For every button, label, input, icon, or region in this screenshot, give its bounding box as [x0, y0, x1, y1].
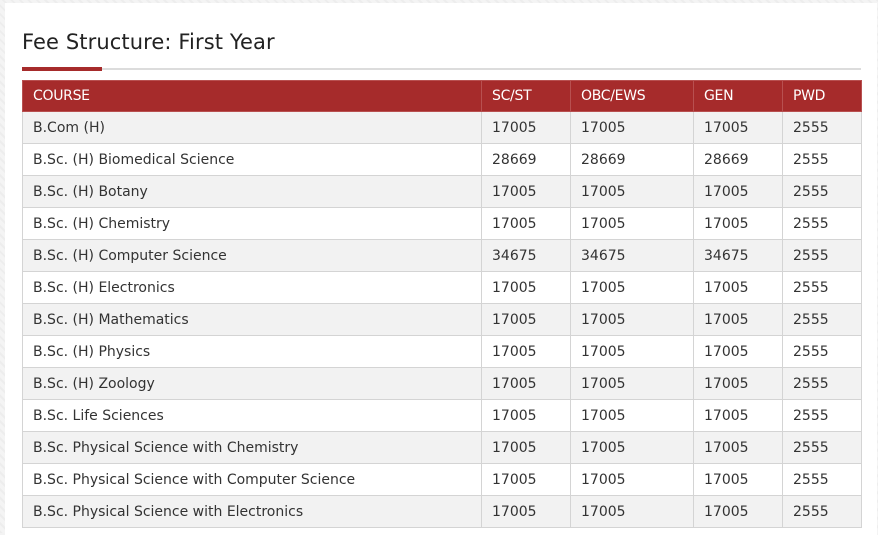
title-underline	[22, 67, 861, 71]
sc-st-fee-cell: 17005	[481, 207, 571, 240]
obc-ews-fee-cell: 34675	[570, 239, 694, 272]
column-header-sc-st: SC/ST	[481, 80, 571, 112]
column-header-gen: GEN	[693, 80, 783, 112]
table-row: B.Sc. Physical Science with Chemistry 170…	[22, 431, 862, 464]
sc-st-fee-cell: 17005	[481, 303, 571, 336]
page-background: Fee Structure: First Year COURSE SC/ST O…	[0, 0, 878, 535]
table-row: B.Sc. Physical Science with Computer Sci…	[22, 463, 862, 496]
gen-fee-cell: 17005	[693, 111, 783, 144]
pwd-fee-cell: 2555	[782, 239, 862, 272]
pwd-fee-cell: 2555	[782, 303, 862, 336]
pwd-fee-cell: 2555	[782, 271, 862, 304]
course-cell: B.Sc. Physical Science with Chemistry	[22, 431, 482, 464]
obc-ews-fee-cell: 17005	[570, 367, 694, 400]
course-cell: B.Sc. (H) Chemistry	[22, 207, 482, 240]
table-row: B.Sc. (H) Computer Science 34675 34675 3467…	[22, 239, 862, 272]
pwd-fee-cell: 2555	[782, 335, 862, 368]
course-cell: B.Sc. Physical Science with Electronics	[22, 495, 482, 528]
table-row: B.Sc. Life Sciences 17005 17005 17005 2555	[22, 399, 862, 432]
course-cell: B.Sc. Life Sciences	[22, 399, 482, 432]
fee-structure-table: COURSE SC/ST OBC/EWS GEN PWD B.Com (H) 17…	[22, 80, 862, 528]
column-header-course: COURSE	[22, 80, 482, 112]
gen-fee-cell: 17005	[693, 175, 783, 208]
course-cell: B.Sc. (H) Physics	[22, 335, 482, 368]
pwd-fee-cell: 2555	[782, 367, 862, 400]
gen-fee-cell: 17005	[693, 367, 783, 400]
obc-ews-fee-cell: 17005	[570, 175, 694, 208]
sc-st-fee-cell: 17005	[481, 335, 571, 368]
title-accent-bar	[22, 67, 102, 71]
table-row: B.Com (H) 17005 17005 17005 2555	[22, 111, 862, 144]
course-cell: B.Sc. (H) Zoology	[22, 367, 482, 400]
pwd-fee-cell: 2555	[782, 111, 862, 144]
page-title: Fee Structure: First Year	[22, 30, 275, 54]
obc-ews-fee-cell: 17005	[570, 111, 694, 144]
obc-ews-fee-cell: 17005	[570, 431, 694, 464]
pwd-fee-cell: 2555	[782, 495, 862, 528]
course-cell: B.Sc. (H) Biomedical Science	[22, 143, 482, 176]
pwd-fee-cell: 2555	[782, 143, 862, 176]
obc-ews-fee-cell: 17005	[570, 399, 694, 432]
obc-ews-fee-cell: 17005	[570, 207, 694, 240]
sc-st-fee-cell: 17005	[481, 399, 571, 432]
course-cell: B.Sc. (H) Botany	[22, 175, 482, 208]
table-row: B.Sc. (H) Physics 17005 17005 17005 2555	[22, 335, 862, 368]
obc-ews-fee-cell: 17005	[570, 463, 694, 496]
table-row: B.Sc. (H) Chemistry 17005 17005 17005 2555	[22, 207, 862, 240]
table-row: B.Sc. (H) Zoology 17005 17005 17005 2555	[22, 367, 862, 400]
column-header-pwd: PWD	[782, 80, 862, 112]
table-body: B.Com (H) 17005 17005 17005 2555 B.Sc. (H) Bi…	[22, 111, 862, 528]
pwd-fee-cell: 2555	[782, 207, 862, 240]
obc-ews-fee-cell: 28669	[570, 143, 694, 176]
sc-st-fee-cell: 28669	[481, 143, 571, 176]
pwd-fee-cell: 2555	[782, 463, 862, 496]
gen-fee-cell: 17005	[693, 463, 783, 496]
gen-fee-cell: 17005	[693, 271, 783, 304]
gen-fee-cell: 28669	[693, 143, 783, 176]
table-header-row: COURSE SC/ST OBC/EWS GEN PWD	[22, 80, 862, 112]
sc-st-fee-cell: 17005	[481, 495, 571, 528]
course-cell: B.Sc. (H) Mathematics	[22, 303, 482, 336]
table-row: B.Sc. (H) Mathematics 17005 17005 17005 2555	[22, 303, 862, 336]
table-row: B.Sc. (H) Botany 17005 17005 17005 2555	[22, 175, 862, 208]
sc-st-fee-cell: 17005	[481, 175, 571, 208]
course-cell: B.Sc. (H) Computer Science	[22, 239, 482, 272]
pwd-fee-cell: 2555	[782, 431, 862, 464]
pwd-fee-cell: 2555	[782, 175, 862, 208]
course-cell: B.Sc. Physical Science with Computer Sci…	[22, 463, 482, 496]
gen-fee-cell: 17005	[693, 335, 783, 368]
sc-st-fee-cell: 17005	[481, 463, 571, 496]
sc-st-fee-cell: 17005	[481, 111, 571, 144]
sc-st-fee-cell: 17005	[481, 271, 571, 304]
gen-fee-cell: 17005	[693, 207, 783, 240]
sc-st-fee-cell: 17005	[481, 431, 571, 464]
table-row: B.Sc. Physical Science with Electronics 1…	[22, 495, 862, 528]
table-row: B.Sc. (H) Electronics 17005 17005 17005 2555	[22, 271, 862, 304]
content-card: Fee Structure: First Year COURSE SC/ST O…	[5, 3, 877, 535]
obc-ews-fee-cell: 17005	[570, 271, 694, 304]
obc-ews-fee-cell: 17005	[570, 303, 694, 336]
gen-fee-cell: 17005	[693, 399, 783, 432]
sc-st-fee-cell: 17005	[481, 367, 571, 400]
pwd-fee-cell: 2555	[782, 399, 862, 432]
course-cell: B.Sc. (H) Electronics	[22, 271, 482, 304]
sc-st-fee-cell: 34675	[481, 239, 571, 272]
column-header-obc-ews: OBC/EWS	[570, 80, 694, 112]
gen-fee-cell: 17005	[693, 495, 783, 528]
obc-ews-fee-cell: 17005	[570, 495, 694, 528]
table-row: B.Sc. (H) Biomedical Science 28669 28669 28…	[22, 143, 862, 176]
gen-fee-cell: 17005	[693, 303, 783, 336]
gen-fee-cell: 17005	[693, 431, 783, 464]
course-cell: B.Com (H)	[22, 111, 482, 144]
gen-fee-cell: 34675	[693, 239, 783, 272]
obc-ews-fee-cell: 17005	[570, 335, 694, 368]
